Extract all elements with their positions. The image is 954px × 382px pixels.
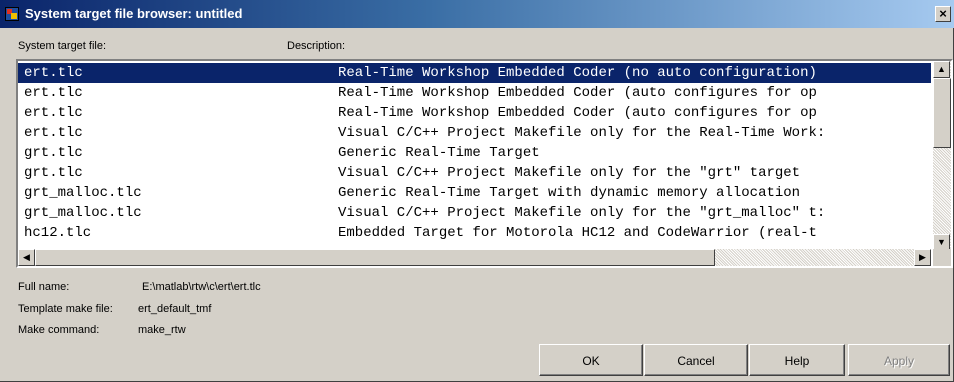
ok-button[interactable]: OK <box>539 344 643 376</box>
target-file-name: ert.tlc <box>24 105 83 121</box>
target-file-name: ert.tlc <box>24 85 83 101</box>
target-file-name: grt.tlc <box>24 165 83 181</box>
target-file-name: grt_malloc.tlc <box>24 185 142 201</box>
apply-button[interactable]: Apply <box>848 344 950 376</box>
target-description: Generic Real-Time Target <box>338 145 540 161</box>
target-description: Real-Time Workshop Embedded Coder (auto … <box>338 85 817 101</box>
list-item[interactable]: ert.tlc Visual C/C++ Project Makefile onl… <box>18 123 931 143</box>
list-item[interactable]: grt_malloc.tlc Visual C/C++ Project Makef… <box>18 203 931 223</box>
target-file-name: hc12.tlc <box>24 225 92 241</box>
target-file-name: ert.tlc <box>24 65 83 81</box>
full-name-value: E:\matlab\rtw\c\ert\ert.tlc <box>142 281 261 293</box>
target-description: Generic Real-Time Target with dynamic me… <box>338 185 801 201</box>
matlab-app-icon <box>5 7 19 21</box>
scroll-right-button[interactable]: ▶ <box>914 249 931 266</box>
make-command-value: make_rtw <box>138 324 186 336</box>
file-column-header: System target file: <box>18 40 107 52</box>
cancel-button[interactable]: Cancel <box>644 344 748 376</box>
full-name-label: Full name: <box>18 281 70 293</box>
vertical-scrollbar[interactable]: ▲ ▼ <box>933 61 951 251</box>
target-description: Real-Time Workshop Embedded Coder (auto … <box>338 105 817 121</box>
help-button[interactable]: Help <box>749 344 845 376</box>
target-file-name: grt.tlc <box>24 145 83 161</box>
target-description: Visual C/C++ Project Makefile only for t… <box>338 125 826 141</box>
target-browser-dialog: System target file browser: untitled × S… <box>0 0 954 382</box>
window-title: System target file browser: untitled <box>25 6 243 21</box>
scroll-up-button[interactable]: ▲ <box>933 61 950 78</box>
horizontal-scrollbar[interactable]: ◀ ▶ <box>18 249 931 266</box>
list-item[interactable]: ert.tlc Real-Time Workshop Embedded Coder… <box>18 83 931 103</box>
template-make-file-label: Template make file: <box>18 303 113 315</box>
horizontal-scroll-thumb[interactable] <box>35 249 715 266</box>
target-description: Visual C/C++ Project Makefile only for t… <box>338 205 826 221</box>
target-file-name: ert.tlc <box>24 125 83 141</box>
template-make-file-value: ert_default_tmf <box>138 303 212 315</box>
scrollbar-corner <box>933 249 951 266</box>
list-item[interactable]: ert.tlc Real-Time Workshop Embedded Coder… <box>18 63 931 83</box>
list-item[interactable]: grt.tlc Visual C/C++ Project Makefile onl… <box>18 163 931 183</box>
make-command-label: Make command: <box>18 324 100 336</box>
description-column-header: Description: <box>287 40 346 52</box>
list-item[interactable]: hc12.tlc Embedded Target for Motorola HC1… <box>18 223 931 243</box>
list-item[interactable]: grt_malloc.tlc Generic Real-Time Target w… <box>18 183 931 203</box>
list-item[interactable]: grt.tlc Generic Real-Time Target <box>18 143 931 163</box>
target-description: Embedded Target for Motorola HC12 and Co… <box>338 225 817 241</box>
close-button[interactable]: × <box>935 6 951 22</box>
target-file-name: grt_malloc.tlc <box>24 205 142 221</box>
target-file-list[interactable]: ert.tlc Real-Time Workshop Embedded Coder… <box>16 59 953 268</box>
vertical-scroll-thumb[interactable] <box>933 78 951 148</box>
list-item[interactable]: ert.tlc Real-Time Workshop Embedded Coder… <box>18 103 931 123</box>
title-bar[interactable]: System target file browser: untitled × <box>0 0 954 28</box>
target-description: Visual C/C++ Project Makefile only for t… <box>338 165 801 181</box>
scroll-left-button[interactable]: ◀ <box>18 249 35 266</box>
target-file-rows: ert.tlc Real-Time Workshop Embedded Coder… <box>18 61 931 251</box>
target-description: Real-Time Workshop Embedded Coder (no au… <box>338 65 817 81</box>
